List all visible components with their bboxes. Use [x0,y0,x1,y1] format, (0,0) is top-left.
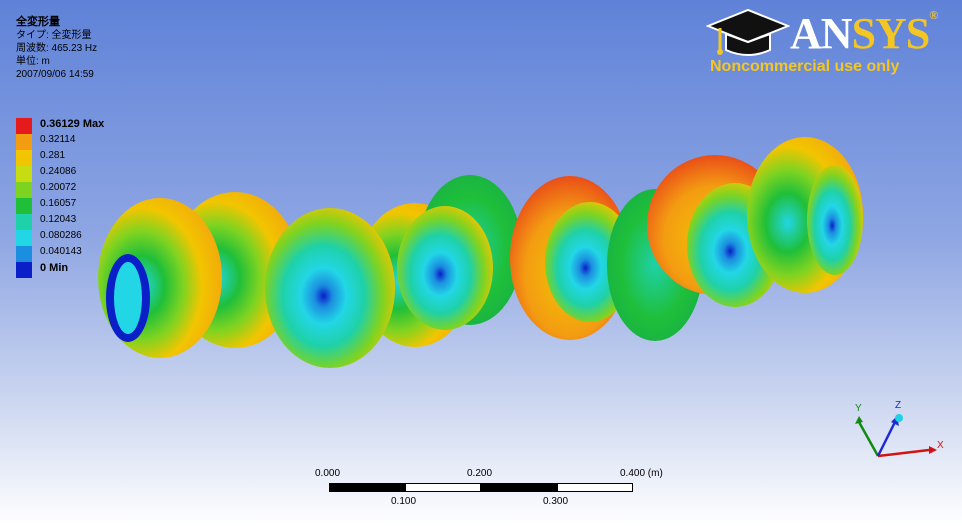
scale-label: 0.200 [467,468,493,479]
scale-label: 0.100 [391,496,417,507]
coordinate-triad[interactable]: X Y Z [845,400,955,470]
scale-segment [329,483,405,492]
scale-segment [481,483,557,492]
scale-label: 0.300 [543,496,569,507]
scale-label: 0.400 (m) [620,468,663,479]
lobe-3 [397,175,522,330]
scale-label: 0.000 [315,468,341,479]
deformed-model-view[interactable] [0,0,962,526]
scale-segment [405,483,481,492]
scale-bar: 0.000 0.200 0.400 (m) 0.100 0.300 [300,468,680,518]
axis-y-label: Y [855,403,862,414]
axis-x-label: X [937,440,944,451]
scale-segment [557,483,633,492]
lobe-6 [747,137,863,293]
axis-z-label: Z [895,400,902,411]
